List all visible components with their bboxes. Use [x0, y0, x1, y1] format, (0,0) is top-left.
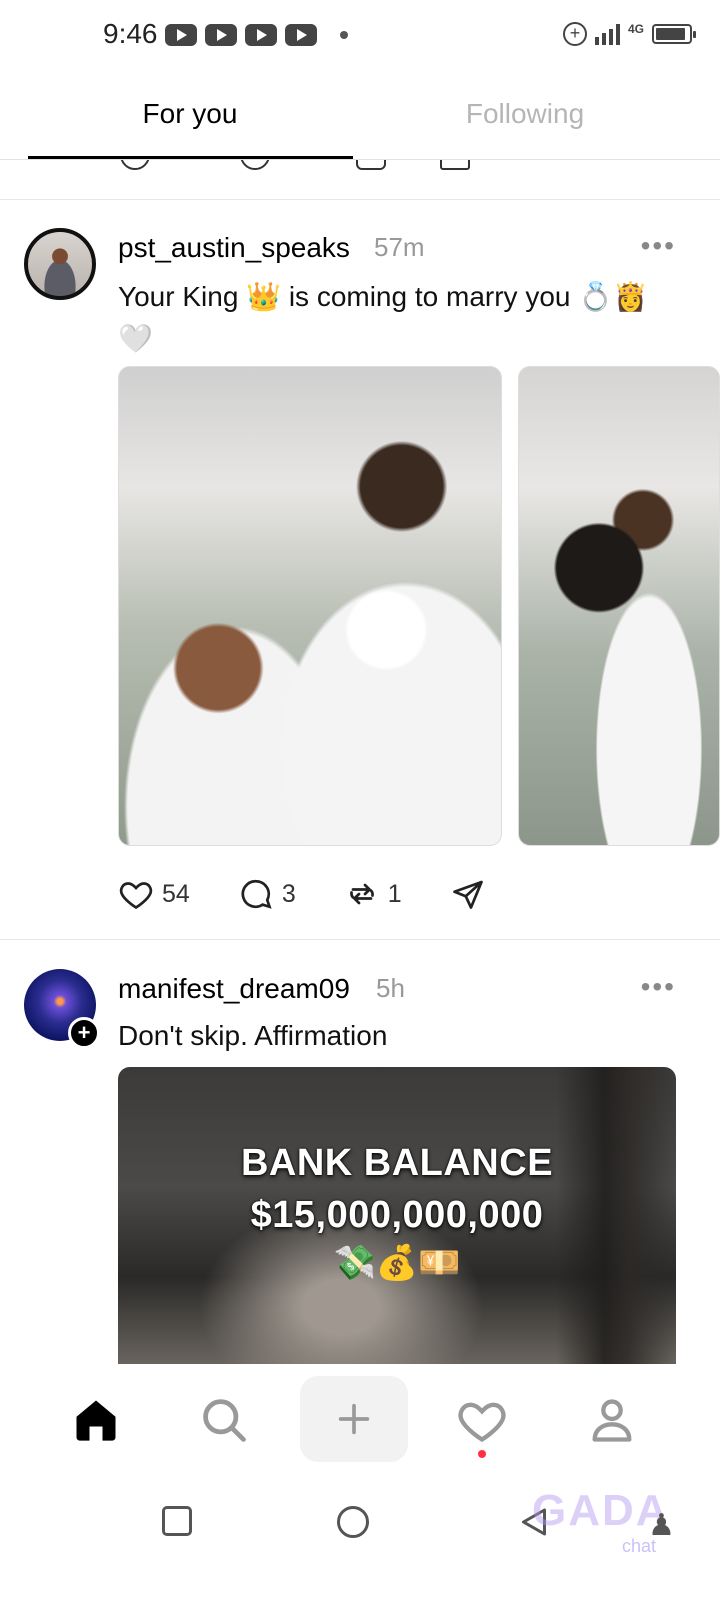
post: pst_austin_speaks 57m ••• Your King 👑 is… [0, 200, 720, 940]
nav-profile[interactable] [584, 1392, 640, 1448]
feed-tabs: For you Following [0, 72, 720, 160]
more-options-icon[interactable]: ••• [641, 971, 676, 1003]
like-count: 54 [162, 879, 190, 908]
youtube-icon [245, 24, 277, 46]
accessibility-icon[interactable]: ♟ [648, 1508, 675, 1543]
active-tab-indicator [28, 156, 353, 159]
send-icon [452, 880, 483, 909]
video-text-line: $15,000,000,000 [250, 1194, 544, 1236]
status-bar: 9:46 + 4G [0, 0, 720, 72]
profile-icon [592, 1399, 632, 1442]
repost-icon[interactable] [356, 160, 386, 170]
video-thumbnail[interactable]: BANK BALANCE $15,000,000,000 💸💰💴 [118, 1067, 676, 1367]
post-actions: 54 3 1 [118, 872, 534, 916]
bottom-nav [0, 1364, 720, 1474]
username[interactable]: manifest_dream09 [118, 973, 350, 1005]
plus-icon [338, 1403, 370, 1435]
network-type: 4G [627, 22, 644, 36]
notification-icons [165, 24, 317, 46]
signal-icon [594, 23, 620, 45]
tab-for-you[interactable]: For you [10, 98, 370, 130]
share-icon[interactable] [440, 160, 470, 170]
nav-search[interactable] [196, 1392, 252, 1448]
video-emojis: 💸💰💴 [333, 1244, 461, 1282]
battery-icon [652, 24, 696, 44]
more-options-icon[interactable]: ••• [641, 230, 676, 262]
follow-plus-icon[interactable]: + [68, 1017, 100, 1049]
username[interactable]: pst_austin_speaks [118, 232, 350, 264]
tab-following[interactable]: Following [345, 98, 705, 130]
heart-icon [458, 1402, 506, 1443]
system-nav: GADA chat ♟ [0, 1474, 720, 1600]
home-button[interactable] [337, 1506, 369, 1538]
wedding-photo[interactable] [518, 366, 720, 846]
post-time: 57m [374, 232, 425, 262]
repost-count: 1 [387, 879, 402, 908]
post-caption: Don't skip. Affirmation [118, 1020, 388, 1051]
repost-icon [349, 883, 374, 905]
status-time: 9:46 [103, 18, 158, 49]
youtube-icon [205, 24, 237, 46]
youtube-icon [285, 24, 317, 46]
heart-icon [119, 882, 153, 910]
home-icon [76, 1400, 116, 1441]
previous-post-actions [0, 160, 720, 200]
reply-count: 3 [281, 879, 296, 908]
wedding-photo[interactable] [118, 366, 502, 846]
youtube-icon [165, 24, 197, 46]
reply-icon[interactable] [240, 160, 270, 170]
nav-home[interactable] [68, 1392, 124, 1448]
media-carousel[interactable] [118, 366, 720, 848]
data-saver-icon: + [562, 22, 587, 46]
post: + manifest_dream09 5h ••• Don't skip. Af… [0, 941, 720, 1371]
more-notifications-dot [340, 31, 348, 39]
repost-button[interactable]: 1 [344, 876, 402, 912]
video-overlay-text: BANK BALANCE $15,000,000,000 [118, 1137, 676, 1241]
reply-button[interactable]: 3 [238, 876, 296, 912]
nav-activity[interactable] [454, 1392, 510, 1448]
like-button[interactable]: 54 [118, 876, 190, 912]
post-caption: Your King 👑 is coming to marry you 💍👸 🤍 [118, 281, 648, 354]
avatar[interactable] [24, 228, 96, 300]
share-button[interactable] [450, 876, 486, 912]
post-time: 5h [376, 973, 405, 1003]
recent-apps-button[interactable] [162, 1506, 192, 1536]
system-indicators: + 4G [562, 22, 696, 46]
reply-icon [241, 879, 272, 909]
search-icon [203, 1399, 246, 1442]
like-icon[interactable] [120, 160, 150, 170]
nav-create[interactable] [300, 1376, 408, 1462]
notification-dot [478, 1450, 486, 1458]
video-text-line: BANK BALANCE [240, 1142, 554, 1184]
